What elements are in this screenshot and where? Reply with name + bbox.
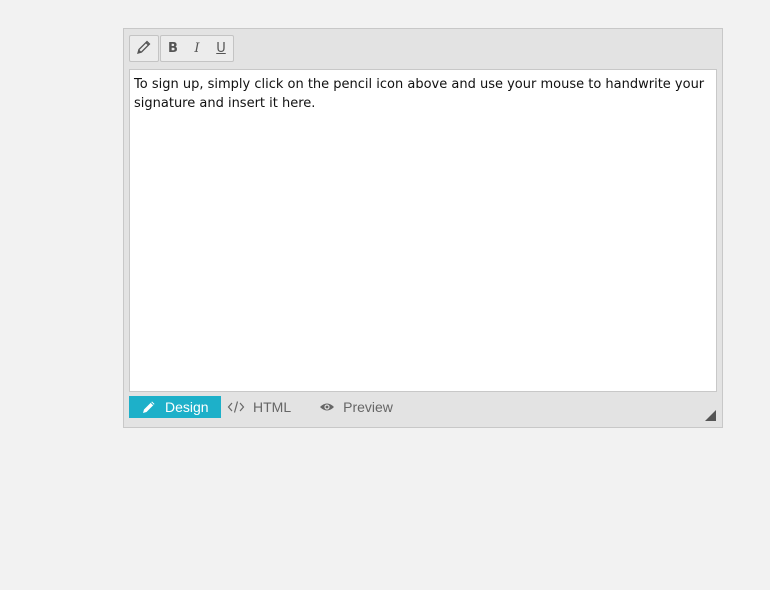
eye-icon	[319, 401, 335, 413]
content-text: To sign up, simply click on the pencil i…	[134, 77, 705, 111]
signature-tool-group	[129, 35, 159, 62]
rich-text-editor: B I U To sign up, simply click on the pe…	[123, 28, 723, 428]
editor-mode-bar: Design HTML Preview	[129, 396, 403, 418]
html-mode-label: HTML	[253, 399, 292, 415]
pencil-icon	[141, 399, 157, 415]
html-mode-button[interactable]: HTML	[225, 396, 301, 418]
design-mode-label: Design	[165, 399, 209, 415]
underline-button[interactable]: U	[209, 36, 233, 61]
code-icon	[227, 400, 245, 414]
bold-button[interactable]: B	[161, 36, 185, 61]
preview-mode-button[interactable]: Preview	[307, 396, 403, 418]
format-tool-group: B I U	[160, 35, 234, 62]
pencil-icon	[136, 39, 152, 59]
preview-mode-label: Preview	[343, 399, 393, 415]
design-mode-button[interactable]: Design	[129, 396, 221, 418]
editor-content-area[interactable]: To sign up, simply click on the pencil i…	[129, 69, 717, 392]
editor-toolbar: B I U	[129, 35, 234, 63]
signature-pencil-button[interactable]	[130, 36, 158, 61]
italic-button[interactable]: I	[185, 36, 209, 61]
resize-grip-icon[interactable]	[705, 406, 716, 421]
